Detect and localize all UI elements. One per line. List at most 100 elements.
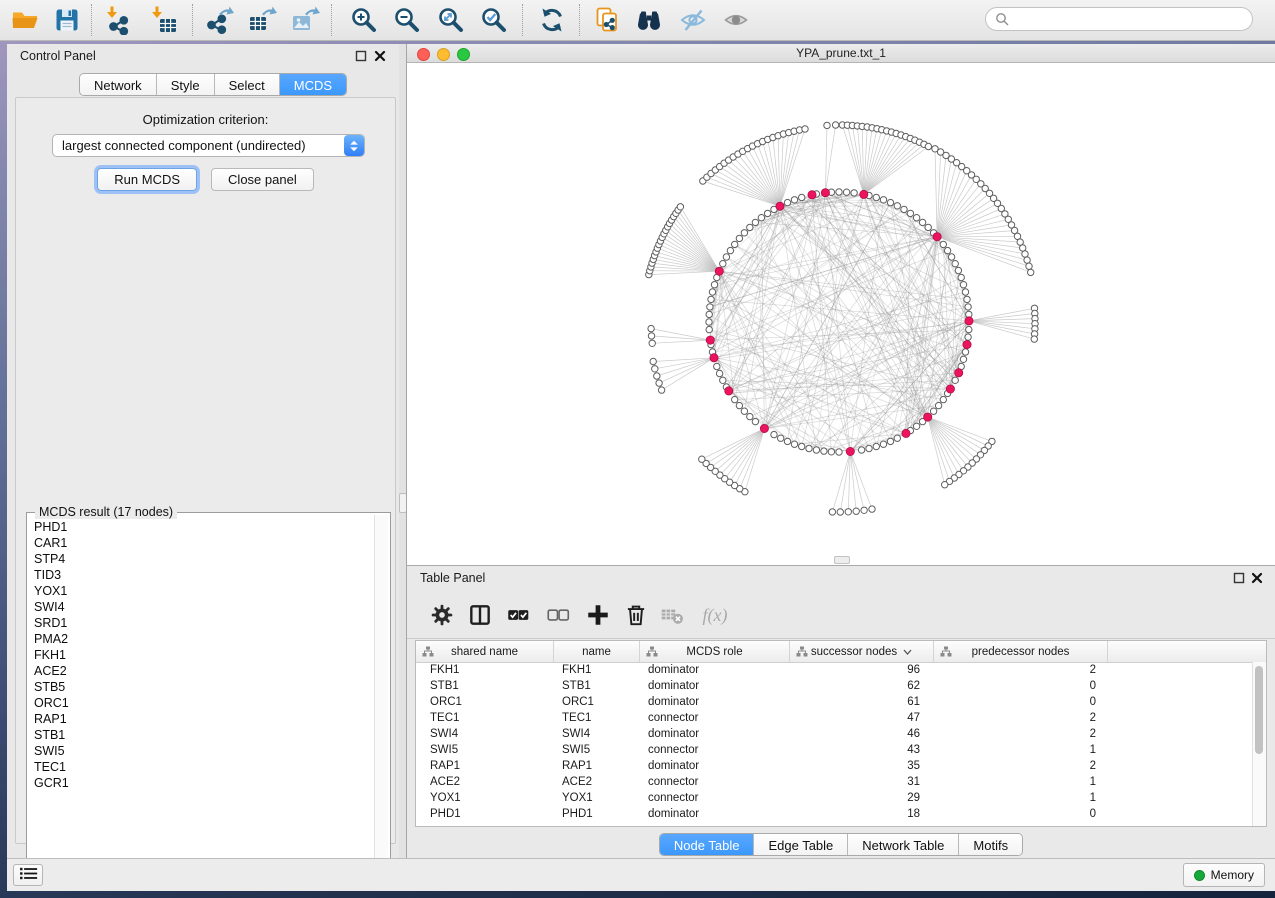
close-table-panel-button[interactable] — [1251, 572, 1263, 584]
task-history-button[interactable] — [13, 864, 43, 886]
network-node[interactable] — [1026, 263, 1032, 269]
network-node[interactable] — [707, 304, 713, 310]
network-node[interactable] — [723, 254, 729, 260]
dominator-node[interactable] — [963, 341, 971, 349]
create-column-button[interactable] — [585, 602, 611, 628]
network-node[interactable] — [925, 224, 931, 230]
network-node[interactable] — [853, 508, 859, 514]
network-canvas[interactable] — [407, 62, 1274, 564]
import-table-button[interactable] — [149, 5, 179, 35]
network-node[interactable] — [913, 215, 919, 221]
float-panel-button[interactable] — [355, 50, 367, 62]
network-node[interactable] — [960, 356, 966, 362]
zoom-fit-button[interactable] — [436, 5, 466, 35]
network-node[interactable] — [799, 443, 805, 449]
dominator-node[interactable] — [760, 424, 768, 432]
network-node[interactable] — [880, 441, 886, 447]
network-node[interactable] — [964, 296, 970, 302]
mcds-result-item[interactable]: PHD1 — [30, 519, 374, 535]
close-panel-button[interactable] — [374, 50, 386, 62]
table-row-ORC1[interactable]: ORC1ORC1dominator610 — [416, 694, 1253, 710]
mcds-result-item[interactable]: SWI4 — [30, 599, 374, 615]
network-node[interactable] — [828, 449, 834, 455]
zoom-out-button[interactable] — [392, 5, 422, 35]
column-header-predecessor-nodes[interactable]: predecessor nodes — [934, 641, 1108, 662]
tab-motifs[interactable]: Motifs — [959, 834, 1022, 855]
network-node[interactable] — [727, 247, 733, 253]
table-settings-button[interactable] — [429, 602, 455, 628]
mcds-result-item[interactable]: YOX1 — [30, 583, 374, 599]
mcds-result-item[interactable]: GCR1 — [30, 775, 374, 791]
dominator-node[interactable] — [776, 202, 784, 210]
deselect-all-rows-button[interactable] — [545, 602, 571, 628]
clone-network-button[interactable] — [592, 5, 622, 35]
network-node[interactable] — [955, 267, 961, 273]
network-node[interactable] — [836, 189, 842, 195]
network-node[interactable] — [851, 190, 857, 196]
network-node[interactable] — [806, 445, 812, 451]
export-network-button[interactable] — [204, 5, 234, 35]
network-node[interactable] — [706, 319, 712, 325]
network-node[interactable] — [873, 194, 879, 200]
network-node[interactable] — [813, 447, 819, 453]
network-node[interactable] — [714, 363, 720, 369]
table-row-ACE2[interactable]: ACE2ACE2connector311 — [416, 774, 1253, 790]
network-node[interactable] — [1022, 251, 1028, 257]
network-node[interactable] — [706, 326, 712, 332]
network-node[interactable] — [716, 370, 722, 376]
table-row-YOX1[interactable]: YOX1YOX1connector291 — [416, 790, 1253, 806]
network-node[interactable] — [741, 408, 747, 414]
network-node[interactable] — [858, 447, 864, 453]
horizontal-splitter-grip[interactable] — [834, 556, 850, 564]
mcds-result-item[interactable]: TID3 — [30, 567, 374, 583]
network-node[interactable] — [952, 377, 958, 383]
network-node[interactable] — [648, 325, 654, 331]
network-node[interactable] — [732, 241, 738, 247]
mcds-result-item[interactable]: ACE2 — [30, 663, 374, 679]
network-node[interactable] — [962, 289, 968, 295]
network-node[interactable] — [654, 373, 660, 379]
dominator-node[interactable] — [706, 336, 714, 344]
network-node[interactable] — [901, 206, 907, 212]
mcds-result-item[interactable]: SWI5 — [30, 743, 374, 759]
network-node[interactable] — [965, 334, 971, 340]
network-node[interactable] — [778, 435, 784, 441]
delete-column-button[interactable] — [623, 602, 649, 628]
network-node[interactable] — [845, 509, 851, 515]
network-node[interactable] — [942, 482, 948, 488]
open-session-button[interactable] — [10, 5, 40, 35]
tab-edge-table[interactable]: Edge Table — [754, 834, 848, 855]
tab-network-table[interactable]: Network Table — [848, 834, 959, 855]
run-mcds-button[interactable]: Run MCDS — [97, 168, 197, 191]
dominator-node[interactable] — [808, 191, 816, 199]
network-node[interactable] — [708, 296, 714, 302]
network-node[interactable] — [837, 509, 843, 515]
network-node[interactable] — [887, 199, 893, 205]
hide-selected-button[interactable] — [678, 5, 708, 35]
network-node[interactable] — [966, 326, 972, 332]
mcds-result-item[interactable]: SRD1 — [30, 615, 374, 631]
network-node[interactable] — [706, 311, 712, 317]
dominator-node[interactable] — [902, 429, 910, 437]
network-node[interactable] — [925, 143, 931, 149]
network-node[interactable] — [887, 438, 893, 444]
dominator-node[interactable] — [860, 190, 868, 198]
network-node[interactable] — [869, 506, 875, 512]
network-node[interactable] — [952, 261, 958, 267]
tab-mcds[interactable]: MCDS — [280, 74, 346, 95]
network-node[interactable] — [907, 210, 913, 216]
dominator-node[interactable] — [955, 369, 963, 377]
dominator-node[interactable] — [924, 413, 932, 421]
dominator-node[interactable] — [715, 267, 723, 275]
column-header-shared-name[interactable]: shared name — [416, 641, 554, 662]
table-row-SWI5[interactable]: SWI5SWI5connector431 — [416, 742, 1253, 758]
tab-style[interactable]: Style — [157, 74, 215, 95]
network-node[interactable] — [894, 435, 900, 441]
mcds-result-item[interactable]: STB1 — [30, 727, 374, 743]
table-row-STB1[interactable]: STB1STB1dominator620 — [416, 678, 1253, 694]
network-node[interactable] — [649, 340, 655, 346]
table-row-TEC1[interactable]: TEC1TEC1connector472 — [416, 710, 1253, 726]
network-node[interactable] — [799, 194, 805, 200]
network-node[interactable] — [720, 261, 726, 267]
network-node[interactable] — [732, 396, 738, 402]
